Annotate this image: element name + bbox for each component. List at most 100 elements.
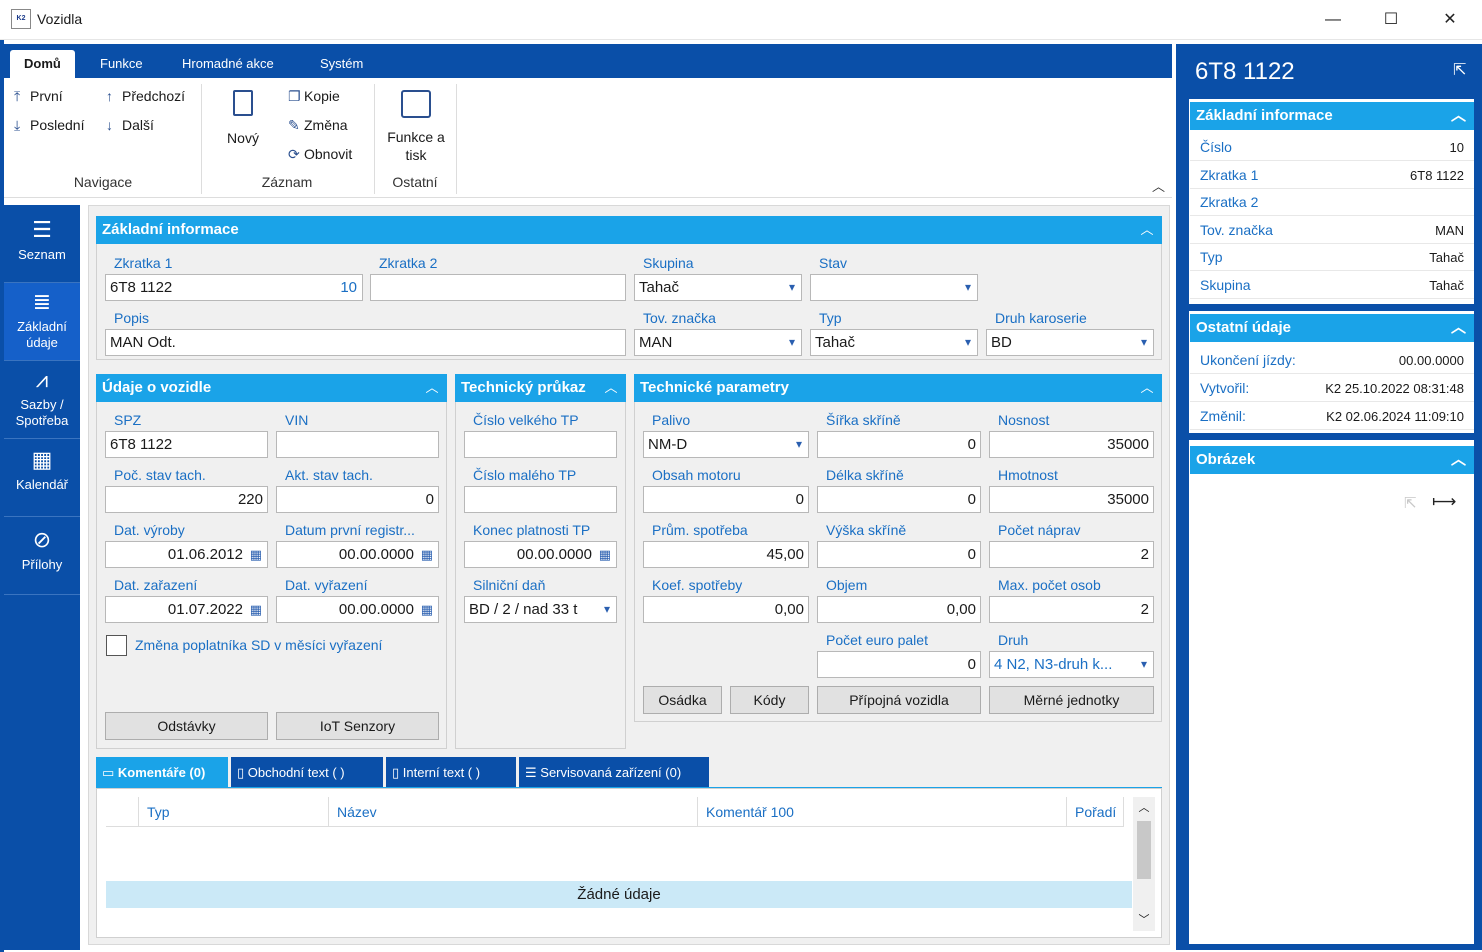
- nav-kalendar[interactable]: ▦ Kalendář: [4, 439, 80, 517]
- calendar-icon[interactable]: ▦: [421, 542, 433, 567]
- zkratka1-input[interactable]: 6T8 1122 10: [105, 274, 363, 301]
- first-button[interactable]: ⤒ První: [14, 88, 63, 105]
- fit-width-icon[interactable]: ⟼: [1432, 492, 1456, 512]
- maximize-button[interactable]: ☐: [1368, 6, 1414, 34]
- collapse-icon[interactable]: ︿: [597, 374, 625, 402]
- druh-select[interactable]: 4 N2, N3-druh k... ▾: [989, 651, 1154, 678]
- collapse-icon[interactable]: ︿: [418, 374, 446, 402]
- tab-hromadne-akce[interactable]: Hromadné akce: [168, 50, 288, 78]
- sirka-input[interactable]: 0: [817, 431, 981, 458]
- poc-stav-label: Poč. stav tach.: [114, 467, 206, 483]
- list-icon: ☰: [32, 217, 52, 242]
- spz-input[interactable]: 6T8 1122: [105, 431, 268, 458]
- scroll-down-icon[interactable]: ﹀: [1133, 911, 1155, 927]
- arrow-down-bar-icon: ⤓: [14, 117, 21, 133]
- close-button[interactable]: ✕: [1427, 6, 1473, 34]
- tech-header: Technické parametry: [634, 374, 1162, 402]
- objem-input[interactable]: 0,00: [817, 596, 981, 623]
- dat-vyrazeni-input[interactable]: 00.00.0000 ▦: [276, 596, 439, 623]
- tab-komentare[interactable]: ▭ Komentáře (0): [96, 757, 228, 788]
- column-header-komentar[interactable]: Komentář 100: [698, 797, 1067, 827]
- odstavky-button[interactable]: Odstávky: [105, 712, 268, 740]
- minimize-button[interactable]: —: [1310, 6, 1356, 34]
- vyska-label: Výška skříně: [826, 522, 907, 538]
- next-button[interactable]: ↓ Další: [106, 117, 154, 133]
- rp-image-header: Obrázek ︿: [1190, 446, 1474, 474]
- nosnost-input[interactable]: 35000: [989, 431, 1154, 458]
- tab-interni-text[interactable]: ▯ Interní text ( ): [386, 757, 516, 788]
- change-button[interactable]: ✎ Změna: [288, 117, 348, 134]
- nav-sazby-spotreba[interactable]: ⩘ Sazby / Spotřeba: [4, 361, 80, 439]
- silnicni-dan-label: Silniční daň: [473, 577, 546, 593]
- scroll-up-icon[interactable]: ︿: [1133, 799, 1155, 815]
- document-icon: ▯: [392, 765, 403, 780]
- zkratka2-input[interactable]: [370, 274, 626, 301]
- konec-tp-input[interactable]: 00.00.0000 ▦: [464, 541, 617, 568]
- column-header-poradi[interactable]: Pořadí: [1067, 797, 1124, 827]
- popout-icon[interactable]: ⇱: [1404, 494, 1417, 512]
- previous-button[interactable]: ↑ Předchozí: [106, 88, 185, 104]
- nav-prilohy[interactable]: ⊘ Přílohy: [4, 517, 80, 595]
- collapse-ribbon-icon[interactable]: ︿: [1152, 176, 1165, 195]
- delka-input[interactable]: 0: [817, 486, 981, 513]
- tab-servisovana-zarizeni[interactable]: ☰ Servisovaná zařízení (0): [519, 757, 709, 788]
- tab-domu[interactable]: Domů: [10, 50, 75, 78]
- tab-obchodni-text[interactable]: ▯ Obchodní text ( ): [231, 757, 383, 788]
- iot-senzory-button[interactable]: IoT Senzory: [276, 712, 439, 740]
- column-header-typ[interactable]: Typ: [139, 797, 329, 827]
- collapse-icon[interactable]: ︿: [1451, 446, 1466, 474]
- osadka-button[interactable]: Osádka: [643, 686, 722, 714]
- silnicni-dan-select[interactable]: BD / 2 / nad 33 t ▾: [464, 596, 617, 623]
- column-header-nazev[interactable]: Název: [329, 797, 698, 827]
- typ-select[interactable]: Tahač ▾: [810, 329, 978, 356]
- motor-input[interactable]: 0: [643, 486, 809, 513]
- tab-funkce[interactable]: Funkce: [86, 50, 157, 78]
- last-button[interactable]: ⤓ Poslední: [14, 117, 84, 134]
- kody-button[interactable]: Kódy: [730, 686, 809, 714]
- grid-scrollbar[interactable]: ︿ ﹀: [1133, 797, 1155, 931]
- collapse-icon[interactable]: ︿: [1133, 374, 1161, 402]
- maly-tp-input[interactable]: [464, 486, 617, 513]
- vyska-input[interactable]: 0: [817, 541, 981, 568]
- nav-zakladni-udaje[interactable]: ≣ Základní údaje: [4, 283, 80, 361]
- print-button[interactable]: Funkce a tisk: [380, 88, 452, 164]
- napravy-input[interactable]: 2: [989, 541, 1154, 568]
- hmotnost-input[interactable]: 35000: [989, 486, 1154, 513]
- stav-select[interactable]: ▾: [810, 274, 978, 301]
- dat-registrace-input[interactable]: 00.00.0000 ▦: [276, 541, 439, 568]
- popis-input[interactable]: MAN Odt.: [105, 329, 626, 356]
- collapse-icon[interactable]: ︿: [1451, 102, 1466, 130]
- znacka-select[interactable]: MAN ▾: [634, 329, 802, 356]
- spotreba-input[interactable]: 45,00: [643, 541, 809, 568]
- velky-tp-input[interactable]: [464, 431, 617, 458]
- chart-icon: ⩘: [35, 367, 49, 392]
- skupina-select[interactable]: Tahač ▾: [634, 274, 802, 301]
- new-button[interactable]: Nový: [218, 88, 268, 146]
- dat-zarazeni-input[interactable]: 01.07.2022 ▦: [105, 596, 268, 623]
- collapse-icon[interactable]: ︿: [1451, 314, 1466, 342]
- details-icon: ≣: [32, 289, 52, 314]
- nav-seznam[interactable]: ☰ Seznam: [4, 205, 80, 283]
- tab-system[interactable]: Systém: [306, 50, 377, 78]
- calendar-icon[interactable]: ▦: [250, 597, 262, 622]
- akt-stav-input[interactable]: 0: [276, 486, 439, 513]
- refresh-button[interactable]: ⟳ Obnovit: [288, 146, 352, 163]
- collapse-icon[interactable]: ︿: [1133, 216, 1161, 244]
- merne-jednotky-button[interactable]: Měrné jednotky: [989, 686, 1154, 714]
- scrollbar-thumb[interactable]: [1137, 821, 1151, 879]
- palety-input[interactable]: 0: [817, 651, 981, 678]
- pripojna-vozidla-button[interactable]: Přípojná vozidla: [817, 686, 981, 714]
- vin-input[interactable]: [276, 431, 439, 458]
- poc-stav-input[interactable]: 220: [105, 486, 268, 513]
- popout-icon[interactable]: ⇱: [1453, 60, 1466, 80]
- calendar-icon[interactable]: ▦: [599, 542, 611, 567]
- palivo-select[interactable]: NM-D ▾: [643, 431, 809, 458]
- calendar-icon[interactable]: ▦: [250, 542, 262, 567]
- zmena-poplatnika-checkbox[interactable]: [106, 635, 127, 656]
- calendar-icon[interactable]: ▦: [421, 597, 433, 622]
- karoserie-select[interactable]: BD ▾: [986, 329, 1154, 356]
- osoby-input[interactable]: 2: [989, 596, 1154, 623]
- koef-input[interactable]: 0,00: [643, 596, 809, 623]
- dat-vyroby-input[interactable]: 01.06.2012 ▦: [105, 541, 268, 568]
- copy-button[interactable]: ❐ Kopie: [288, 88, 340, 105]
